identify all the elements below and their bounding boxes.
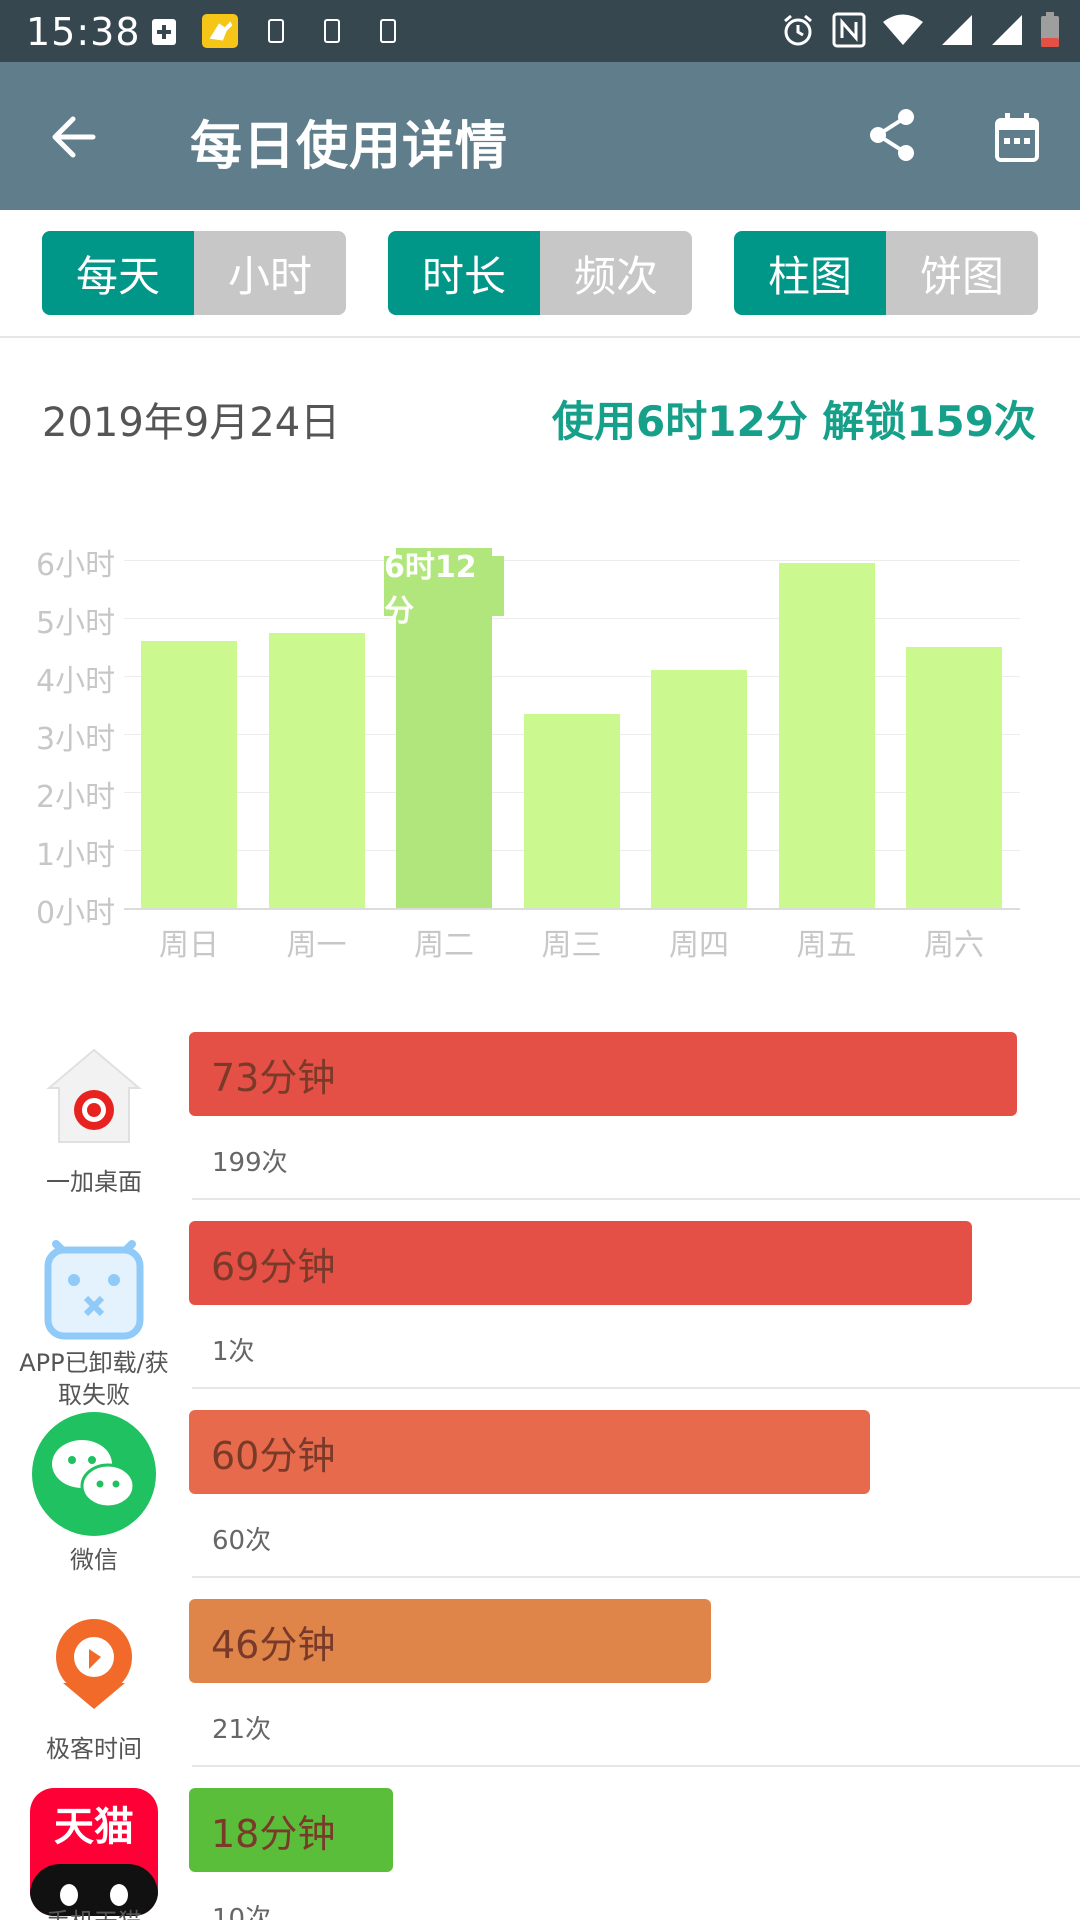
y-tick-label: 6小时 bbox=[36, 548, 116, 583]
usage-duration-bar: 18分钟 bbox=[189, 1788, 393, 1872]
divider bbox=[0, 336, 1080, 338]
x-tick-label: 周二 bbox=[414, 928, 474, 963]
toggle-bar-chart[interactable]: 柱图 bbox=[734, 231, 886, 315]
launch-count: 60次 bbox=[212, 1526, 272, 1556]
toggle-duration[interactable]: 时长 bbox=[388, 231, 540, 315]
period-toggle: 每天 小时 bbox=[42, 231, 346, 315]
chart-type-toggle: 柱图 饼图 bbox=[734, 231, 1038, 315]
toggle-hourly[interactable]: 小时 bbox=[194, 231, 346, 315]
calendar-button[interactable] bbox=[986, 106, 1048, 168]
y-tick-label: 0小时 bbox=[36, 896, 116, 931]
phone-icon bbox=[370, 13, 406, 49]
y-tick-label: 4小时 bbox=[36, 664, 116, 699]
gridline bbox=[124, 618, 1020, 619]
chart-bar-4[interactable] bbox=[651, 670, 747, 908]
battery-icon bbox=[1040, 12, 1060, 52]
launch-count: 21次 bbox=[212, 1715, 272, 1745]
phone-icon bbox=[258, 13, 294, 49]
launch-count: 10次 bbox=[212, 1904, 272, 1920]
wechat-icon bbox=[30, 1410, 158, 1538]
row-divider bbox=[192, 1765, 1080, 1767]
y-tick-label: 1小时 bbox=[36, 838, 116, 873]
back-button[interactable] bbox=[38, 106, 108, 168]
system-icons bbox=[780, 12, 1060, 52]
status-bar: 15:38 bbox=[0, 0, 1080, 62]
app-usage-row[interactable]: 极客时间 46分钟 21次 bbox=[0, 1597, 1080, 1787]
chart-bar-3[interactable] bbox=[523, 713, 620, 908]
alarm-icon bbox=[780, 12, 816, 52]
usage-duration-bar: 46分钟 bbox=[189, 1599, 711, 1683]
launch-count: 1次 bbox=[212, 1337, 255, 1367]
y-tick-label: 5小时 bbox=[36, 606, 116, 641]
launch-count: 199次 bbox=[212, 1148, 288, 1178]
app-usage-row[interactable]: 一加桌面 73分钟 199次 bbox=[0, 1030, 1080, 1220]
geektime-icon bbox=[30, 1599, 158, 1727]
x-tick-label: 周三 bbox=[541, 928, 602, 963]
signal-icon bbox=[990, 13, 1024, 51]
app-name: 一加桌面 bbox=[46, 1168, 142, 1196]
usage-duration-bar: 73分钟 bbox=[189, 1032, 1017, 1116]
toggle-daily[interactable]: 每天 bbox=[42, 231, 194, 315]
phone-icon bbox=[314, 13, 350, 49]
notification-icons bbox=[146, 13, 406, 49]
wifi-icon bbox=[882, 13, 924, 51]
row-divider bbox=[192, 1387, 1080, 1389]
x-tick-label: 周一 bbox=[286, 928, 347, 963]
row-divider bbox=[192, 1576, 1080, 1578]
app-name: 手机天猫 bbox=[0, 1906, 188, 1920]
app-name: APP已卸载/获 取失败 bbox=[0, 1347, 188, 1411]
app-bar: 每日使用详情 bbox=[0, 62, 1080, 210]
app-usage-row[interactable]: 微信 60分钟 60次 bbox=[0, 1408, 1080, 1598]
android-robot-icon bbox=[30, 1221, 158, 1349]
app-name-line-1: APP已卸载/获 bbox=[19, 1349, 169, 1377]
chart-bar-6[interactable] bbox=[906, 647, 1002, 908]
share-button[interactable] bbox=[862, 102, 922, 168]
tmall-icon: 天猫 bbox=[30, 1788, 158, 1916]
tmall-icon-label: 天猫 bbox=[54, 1804, 134, 1850]
x-tick-label: 周五 bbox=[796, 928, 857, 963]
signal-icon bbox=[940, 13, 974, 51]
chart-bar-5[interactable] bbox=[778, 562, 875, 908]
app-usage-row[interactable]: APP已卸载/获 取失败 69分钟 1次 bbox=[0, 1219, 1080, 1409]
oneplus-launcher-icon bbox=[30, 1032, 158, 1160]
app-name: 微信 bbox=[70, 1546, 118, 1574]
date-label: 2019年9月24日 bbox=[42, 400, 341, 446]
chart-bar-1[interactable] bbox=[268, 632, 365, 908]
usage-duration-bar: 69分钟 bbox=[189, 1221, 972, 1305]
app-name: 极客时间 bbox=[46, 1735, 142, 1763]
usage-duration-bar: 60分钟 bbox=[189, 1410, 870, 1494]
chart-bar-0[interactable] bbox=[141, 641, 237, 908]
row-divider bbox=[192, 1198, 1080, 1200]
toggle-pie-chart[interactable]: 饼图 bbox=[886, 231, 1038, 315]
app-usage-row[interactable]: 天猫手机天猫 18分钟 10次 bbox=[0, 1786, 1080, 1920]
usage-summary: 使用6时12分 解锁159次 bbox=[552, 397, 1036, 446]
status-time: 15:38 bbox=[26, 10, 141, 54]
nfc-icon bbox=[832, 12, 866, 52]
gridline bbox=[124, 676, 1020, 677]
app-notification-icon bbox=[202, 13, 238, 49]
share-icon bbox=[870, 109, 914, 161]
x-tick-label: 周六 bbox=[924, 928, 984, 963]
add-icon bbox=[146, 13, 182, 49]
metric-toggle: 时长 频次 bbox=[388, 231, 692, 315]
x-tick-label: 周日 bbox=[159, 928, 219, 963]
gridline bbox=[124, 908, 1020, 910]
bar-tooltip: 6时12分 bbox=[384, 550, 504, 629]
y-tick-label: 3小时 bbox=[36, 722, 116, 757]
weekly-usage-chart: 6小时 5小时 4小时 3小时 2小时 1小时 0小时周日 周一 周二 6时12分周三 周四 周五 周六 bbox=[0, 520, 1080, 963]
back-arrow-icon bbox=[52, 116, 96, 158]
x-tick-label: 周四 bbox=[669, 928, 729, 963]
calendar-icon bbox=[995, 113, 1039, 162]
page-title: 每日使用详情 bbox=[190, 117, 509, 177]
app-name-line-2: 取失败 bbox=[58, 1381, 130, 1409]
toggle-frequency[interactable]: 频次 bbox=[540, 231, 692, 315]
y-tick-label: 2小时 bbox=[36, 780, 116, 815]
gridline bbox=[124, 560, 1020, 561]
